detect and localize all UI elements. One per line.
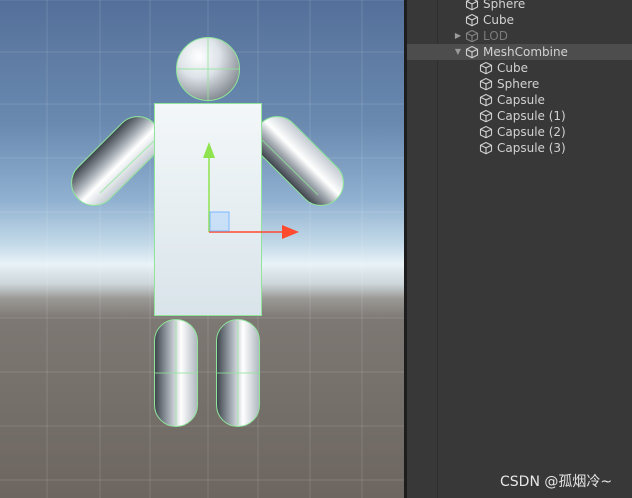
cube-icon [465, 45, 479, 59]
hierarchy-panel: Sphere Cube ▶ LOD ▼ MeshCombine Cube Sphere Caps… [407, 0, 632, 498]
hierarchy-item-label: Cube [497, 61, 528, 75]
move-gizmo[interactable] [0, 0, 404, 498]
cube-icon [479, 125, 493, 139]
hierarchy-item[interactable]: Capsule [407, 92, 632, 108]
hierarchy-item-label: Sphere [497, 77, 540, 91]
hierarchy-item[interactable]: Capsule (2) [407, 124, 632, 140]
gizmo-x-arrow-icon [282, 225, 299, 239]
hierarchy-item-label: Capsule (3) [497, 141, 566, 155]
watermark: CSDN @孤烟冷~ [500, 474, 613, 490]
cube-icon [465, 0, 479, 11]
expand-arrow-down-icon[interactable]: ▼ [453, 44, 463, 60]
hierarchy-item-label: MeshCombine [483, 45, 568, 59]
hierarchy-item-label: Cube [483, 13, 514, 27]
cube-icon [479, 109, 493, 123]
hierarchy-item-label: Capsule (1) [497, 109, 566, 123]
gizmo-plane-handle [209, 211, 230, 232]
cube-icon [465, 13, 479, 27]
hierarchy-item[interactable]: Capsule (1) [407, 108, 632, 124]
expand-arrow-right-icon[interactable]: ▶ [453, 28, 463, 44]
hierarchy-item-label: Sphere [483, 0, 526, 11]
hierarchy-item[interactable]: Cube [407, 60, 632, 76]
hierarchy-item-label: LOD [483, 29, 508, 43]
hierarchy-item-label: Capsule (2) [497, 125, 566, 139]
hierarchy-item[interactable]: Sphere [407, 76, 632, 92]
hierarchy-item[interactable]: Sphere [407, 0, 632, 12]
hierarchy-item[interactable]: ▼ MeshCombine [407, 44, 632, 60]
hierarchy-item[interactable]: Capsule (3) [407, 140, 632, 156]
hierarchy-item[interactable]: Cube [407, 12, 632, 28]
hierarchy-item[interactable]: ▶ LOD [407, 28, 632, 44]
cube-icon [465, 29, 479, 43]
hierarchy-item-label: Capsule [497, 93, 545, 107]
cube-icon [479, 93, 493, 107]
cube-icon [479, 141, 493, 155]
gizmo-y-arrow-icon [203, 142, 215, 158]
cube-icon [479, 61, 493, 75]
cube-icon [479, 77, 493, 91]
scene-view[interactable] [0, 0, 404, 498]
